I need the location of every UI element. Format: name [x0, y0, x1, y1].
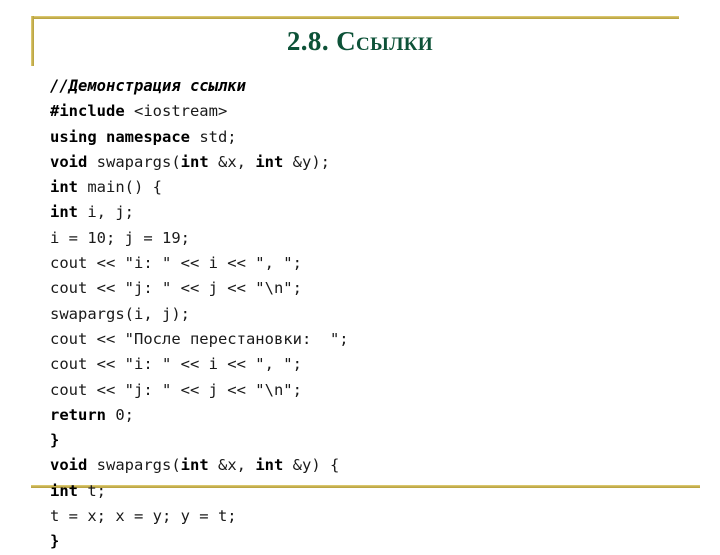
code-comment: //Демонстрация ссылки	[50, 77, 246, 95]
code-text: cout << "i: " << i << ", ";	[50, 254, 302, 273]
code-keyword: void	[50, 456, 88, 475]
code-text: cout << "После перестановки: ";	[50, 329, 349, 348]
code-text: cout << "i: " << i << ", ";	[50, 355, 302, 374]
code-text: i = 10; j = 19;	[50, 228, 190, 247]
code-keyword: using namespace	[50, 127, 190, 146]
code-line: }	[50, 529, 690, 554]
code-keyword: }	[50, 431, 60, 450]
code-line: //Демонстрация ссылки	[50, 74, 690, 99]
code-line: cout << "i: " << i << ", ";	[50, 352, 690, 377]
code-line: t = x; x = y; y = t;	[50, 504, 690, 529]
code-line: cout << "j: " << j << "\n";	[50, 378, 690, 403]
code-text: &x,	[208, 456, 256, 475]
code-keyword: return	[50, 405, 106, 424]
code-line: int t;	[50, 479, 690, 504]
code-line: swapargs(i, j);	[50, 302, 690, 327]
code-line: return 0;	[50, 403, 690, 428]
code-keyword: void	[50, 152, 88, 171]
code-text: swapargs(	[87, 456, 181, 475]
code-keyword: int	[255, 456, 284, 475]
code-line: i = 10; j = 19;	[50, 226, 690, 251]
code-keyword: #include	[50, 102, 125, 121]
code-line: #include <iostream>	[50, 99, 690, 124]
code-line: using namespace std;	[50, 125, 690, 150]
code-text: cout << "j: " << j << "\n";	[50, 279, 302, 298]
code-text: 0;	[106, 405, 134, 424]
code-keyword: int	[180, 456, 209, 475]
code-listing: //Демонстрация ссылки #include <iostream>…	[50, 74, 690, 555]
code-text: std;	[189, 127, 237, 146]
code-text: <iostream>	[124, 102, 228, 121]
code-text: cout << "j: " << j << "\n";	[50, 380, 302, 399]
code-text: i, j;	[78, 203, 134, 222]
code-keyword: int	[255, 152, 284, 171]
code-keyword: int	[50, 178, 78, 197]
code-text: swapargs(	[87, 152, 181, 171]
code-line: int main() {	[50, 175, 690, 200]
code-line: cout << "i: " << i << ", ";	[50, 251, 690, 276]
code-text: main() {	[78, 178, 162, 197]
code-text: &y) {	[283, 456, 340, 475]
slide-title: 2.8. Ссылки	[286, 26, 434, 56]
code-line: }	[50, 428, 690, 453]
code-line: int i, j;	[50, 200, 690, 225]
code-text: swapargs(i, j);	[50, 304, 190, 323]
code-text: &y);	[283, 152, 330, 171]
code-text: &x,	[208, 152, 256, 171]
code-line: cout << "После перестановки: ";	[50, 327, 690, 352]
code-text: t = x; x = y; y = t;	[50, 507, 237, 526]
presentation-slide: 2.8. Ссылки //Демонстрация ссылки #includ…	[0, 0, 720, 550]
frame-rule-top	[31, 16, 679, 19]
code-line: cout << "j: " << j << "\n";	[50, 276, 690, 301]
code-text: t;	[78, 481, 106, 500]
code-line: void swapargs(int &x, int &y) {	[50, 453, 690, 478]
code-line: void swapargs(int &x, int &y);	[50, 150, 690, 175]
code-keyword: int	[50, 203, 78, 222]
code-keyword: }	[50, 532, 60, 551]
code-keyword: int	[50, 481, 78, 500]
code-keyword: int	[180, 152, 209, 171]
